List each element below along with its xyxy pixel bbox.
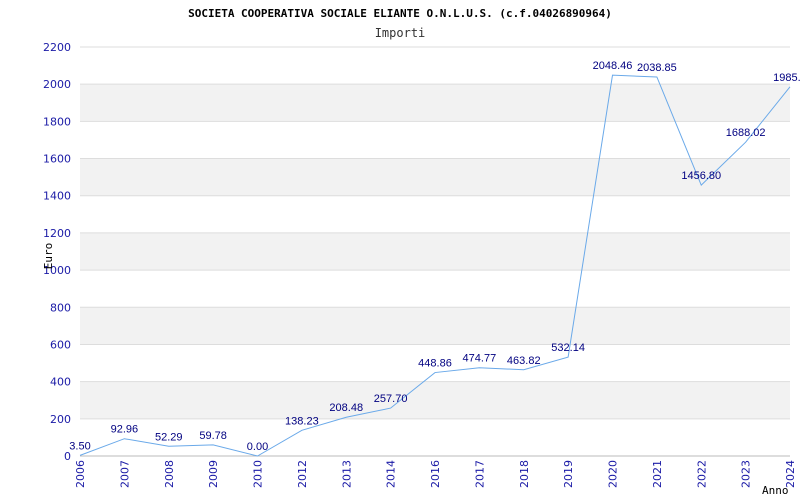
x-tick-label: 2017 [473,460,486,488]
y-tick-label: 1600 [43,153,71,166]
data-label: 3.50 [69,440,90,452]
y-tick-label: 400 [50,376,71,389]
data-label: 92.96 [111,424,139,436]
y-tick-label: 1400 [43,190,71,203]
x-tick-label: 2022 [695,460,708,488]
data-label: 138.23 [285,415,319,427]
y-tick-label: 2200 [43,41,71,54]
x-tick-label: 2006 [74,460,87,488]
y-tick-label: 200 [50,413,71,426]
x-axis-label: Anno [762,484,789,497]
x-tick-label: 2019 [562,460,575,488]
grid-band [80,232,790,271]
chart-subtitle: Importi [375,26,426,40]
y-tick-label: 800 [50,301,71,314]
y-tick-label: 1800 [43,115,71,128]
data-label: 208.48 [329,402,363,414]
x-tick-label: 2009 [207,460,220,488]
data-label: 1688.02 [726,127,766,139]
data-label: 59.78 [199,430,227,442]
x-tick-label: 2016 [429,460,442,488]
data-label: 2048.46 [593,60,633,72]
y-tick-label: 600 [50,338,71,351]
data-label: 2038.85 [637,62,677,74]
grid-band [80,307,790,345]
grid-band [80,381,790,419]
data-label: 463.82 [507,355,541,367]
x-tick-label: 2021 [651,460,664,488]
y-tick-label: 2000 [43,78,71,91]
x-tick-label: 2018 [518,460,531,488]
x-tick-label: 2008 [163,460,176,488]
data-label: 474.77 [463,353,497,365]
data-label: 1456.80 [681,170,721,182]
y-axis-label: Euro [42,243,55,270]
x-tick-label: 2023 [740,460,753,488]
data-label: 1985.8 [773,72,800,84]
x-axis-ticks: 2006 2007 2008 2009 2010 2012 2013 2014 2016 2017… [74,460,797,488]
x-tick-label: 2020 [607,460,620,488]
x-tick-label: 2014 [385,460,398,488]
line-chart: SOCIETA COOPERATIVA SOCIALE ELIANTE O.N.… [42,7,800,497]
y-tick-label: 1200 [43,227,71,240]
data-label: 532.14 [551,342,585,354]
data-label: 0.00 [247,441,268,453]
x-tick-label: 2013 [340,460,353,488]
x-tick-label: 2007 [118,460,131,488]
x-tick-label: 2010 [252,460,265,488]
data-label: 257.70 [374,393,408,405]
grid-band [80,84,790,122]
chart-title: SOCIETA COOPERATIVA SOCIALE ELIANTE O.N.… [188,7,612,20]
data-label: 448.86 [418,358,452,370]
data-label: 52.29 [155,431,183,443]
x-tick-label: 2012 [296,460,309,488]
